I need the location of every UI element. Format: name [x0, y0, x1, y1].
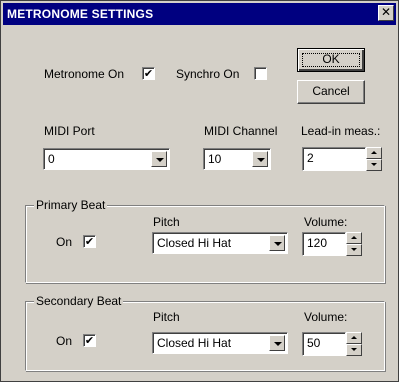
secondary-on-label: On — [56, 334, 73, 348]
primary-pitch-dropdown[interactable]: Closed Hi Hat — [152, 232, 288, 254]
metronome-on-checkbox[interactable]: ✔ — [142, 67, 155, 80]
secondary-volume-input[interactable]: 50 — [302, 332, 346, 356]
ok-button[interactable]: OK — [297, 48, 365, 72]
leadin-spinner[interactable] — [366, 147, 382, 171]
primary-pitch-label: Pitch — [153, 215, 180, 229]
close-icon: ✕ — [380, 5, 392, 19]
midi-port-value: 0 — [48, 152, 55, 166]
midi-channel-dropdown[interactable]: 10 — [203, 148, 271, 170]
primary-volume-label: Volume: — [304, 215, 348, 229]
secondary-volume-value: 50 — [307, 336, 321, 350]
secondary-on-checkbox[interactable]: ✔ — [83, 334, 96, 347]
chevron-down-icon[interactable] — [252, 151, 268, 167]
leadin-value: 2 — [307, 151, 314, 165]
chevron-down-icon[interactable] — [269, 335, 285, 351]
midi-port-label: MIDI Port — [44, 124, 95, 138]
metronome-on-label: Metronome On — [44, 67, 125, 81]
dialog-title: METRONOME SETTINGS — [7, 7, 154, 21]
spin-down-icon[interactable] — [346, 244, 362, 256]
synchro-on-checkbox[interactable] — [254, 67, 267, 80]
synchro-on-label: Synchro On — [176, 67, 240, 81]
secondary-beat-legend: Secondary Beat — [34, 294, 124, 308]
secondary-pitch-label: Pitch — [153, 310, 180, 324]
midi-channel-label: MIDI Channel — [204, 124, 278, 138]
close-button[interactable]: ✕ — [378, 5, 394, 21]
primary-on-checkbox[interactable]: ✔ — [83, 235, 96, 248]
checkmark-icon: ✔ — [84, 334, 95, 347]
primary-pitch-value: Closed Hi Hat — [157, 236, 232, 250]
secondary-volume-spinner[interactable] — [346, 332, 362, 356]
metronome-settings-dialog: METRONOME SETTINGS ✕ Metronome On ✔ Sync… — [0, 0, 399, 382]
cancel-button[interactable]: Cancel — [297, 80, 365, 104]
spin-up-icon[interactable] — [346, 332, 362, 344]
primary-volume-spinner[interactable] — [346, 232, 362, 256]
midi-channel-value: 10 — [208, 152, 222, 166]
primary-volume-input[interactable]: 120 — [302, 232, 346, 256]
primary-on-label: On — [56, 235, 73, 249]
title-bar[interactable]: METRONOME SETTINGS ✕ — [3, 3, 396, 25]
midi-port-dropdown[interactable]: 0 — [43, 148, 170, 170]
spin-down-icon[interactable] — [366, 159, 382, 171]
chevron-down-icon[interactable] — [151, 151, 167, 167]
secondary-pitch-dropdown[interactable]: Closed Hi Hat — [152, 332, 288, 354]
primary-beat-legend: Primary Beat — [34, 198, 108, 212]
cancel-button-label: Cancel — [312, 84, 350, 98]
spin-up-icon[interactable] — [366, 147, 382, 159]
checkmark-icon: ✔ — [84, 235, 95, 248]
leadin-input[interactable]: 2 — [302, 147, 366, 171]
leadin-label: Lead-in meas.: — [301, 124, 381, 138]
spin-up-icon[interactable] — [346, 232, 362, 244]
checkmark-icon: ✔ — [143, 67, 154, 80]
spin-down-icon[interactable] — [346, 344, 362, 356]
chevron-down-icon[interactable] — [269, 235, 285, 251]
primary-volume-value: 120 — [307, 236, 328, 250]
focus-rectangle — [302, 53, 360, 67]
secondary-pitch-value: Closed Hi Hat — [157, 336, 232, 350]
secondary-volume-label: Volume: — [304, 310, 348, 324]
